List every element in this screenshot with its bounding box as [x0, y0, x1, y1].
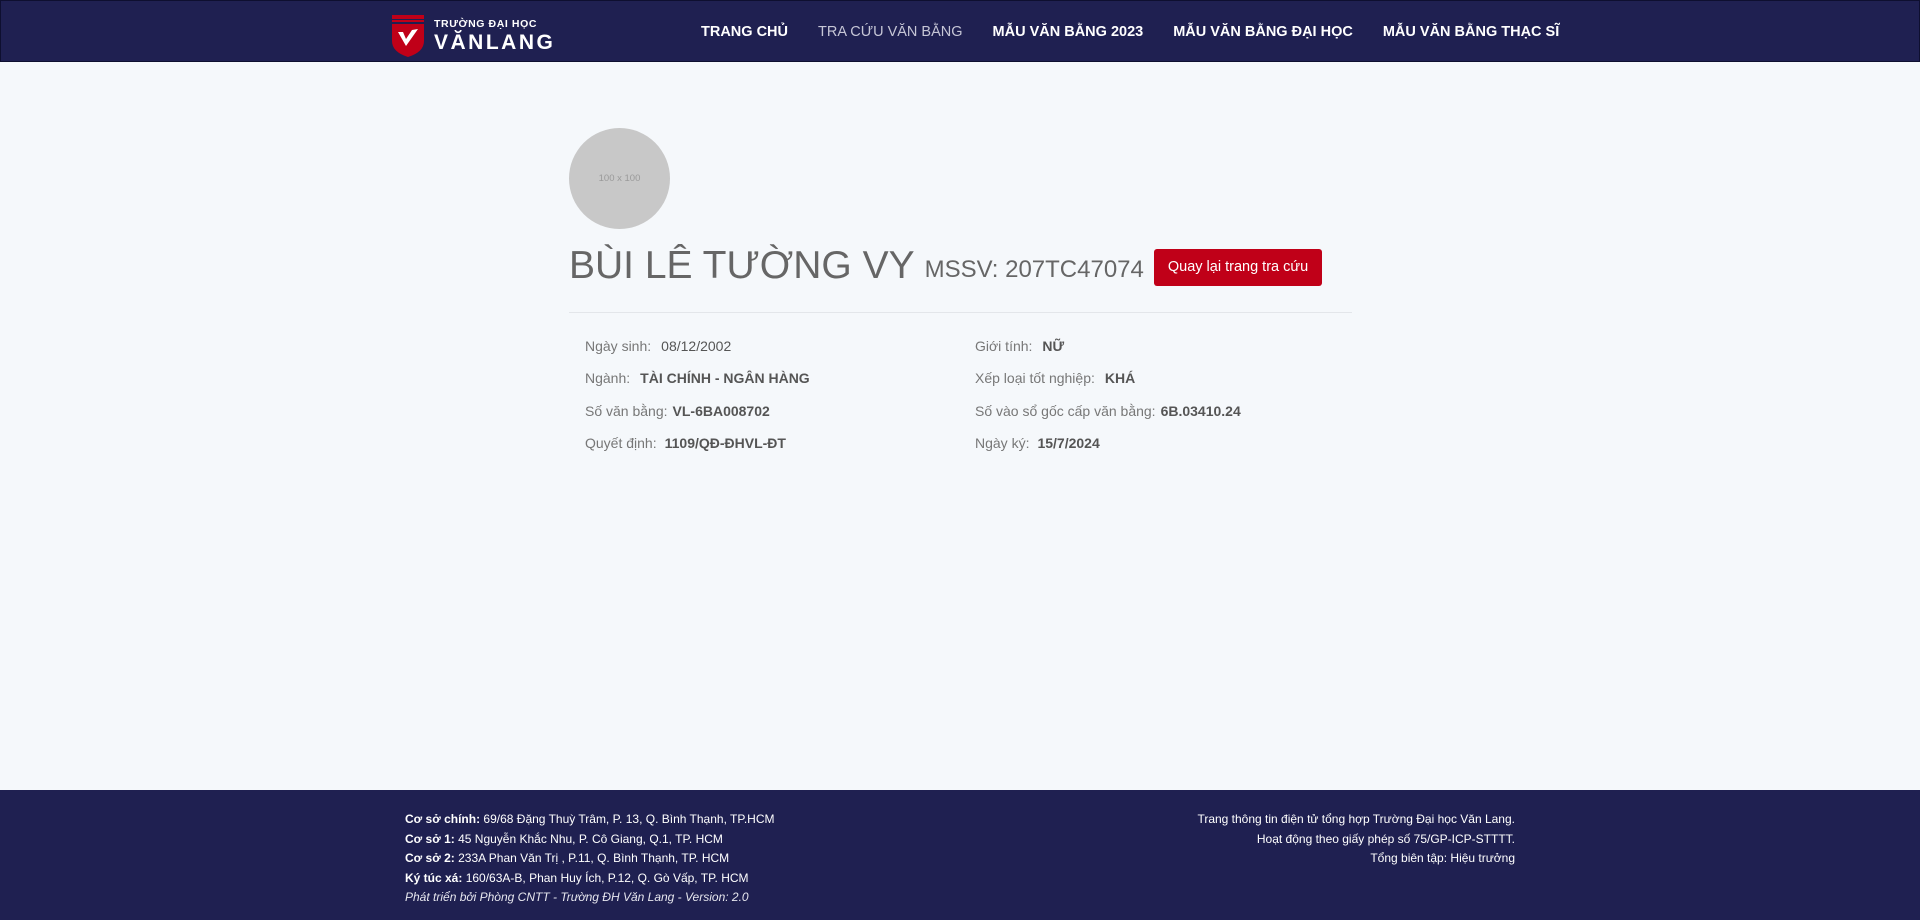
main-nav: TRANG CHỦ TRA CỨU VĂN BẰNG MẪU VĂN BẰNG …: [701, 1, 1589, 63]
footer-legal: Trang thông tin điện tử tổng hợp Trường …: [1197, 810, 1515, 869]
gender-value: NỮ: [1042, 338, 1065, 354]
major-value: TÀI CHÍNH - NGÂN HÀNG: [640, 370, 810, 386]
decision-value: 1109/QĐ-ĐHVL-ĐT: [664, 435, 786, 451]
sign-date-label: Ngày ký:: [975, 435, 1030, 451]
university-logo[interactable]: TRƯỜNG ĐẠI HỌC VĂNLANG: [390, 15, 555, 57]
mssv-label: MSSV:: [924, 256, 999, 283]
campus-1: Cơ sở 1: 45 Nguyễn Khắc Nhu, P. Cô Giang…: [405, 830, 774, 850]
diploma-number-value: VL-6BA008702: [672, 403, 770, 419]
avatar-placeholder: 100 x 100: [569, 128, 670, 229]
footer-license: Hoạt động theo giấy phép số 75/GP-ICP-ST…: [1256, 831, 1515, 846]
campus-main-label: Cơ sở chính:: [405, 812, 481, 826]
campus-1-label: Cơ sở 1:: [405, 831, 455, 846]
diploma-number-field: Số văn bằng: VL-6BA008702: [585, 403, 770, 419]
birth-date-label: Ngày sinh:: [585, 338, 652, 354]
top-navbar: TRƯỜNG ĐẠI HỌC VĂNLANG TRANG CHỦ TRA CỨU…: [0, 0, 1920, 62]
campus-2: Cơ sở 2: 233A Phan Văn Trị , P.11, Q. Bì…: [405, 849, 774, 869]
nav-sample-university[interactable]: MẪU VĂN BẰNG ĐẠI HỌC: [1173, 24, 1353, 40]
back-to-lookup-button[interactable]: Quay lại trang tra cứu: [1153, 248, 1323, 286]
graduation-rank-label: Xếp loại tốt nghiệp:: [975, 370, 1095, 386]
graduation-rank-field: Xếp loại tốt nghiệp: KHÁ: [975, 370, 1135, 386]
gender-field: Giới tính: NỮ: [975, 338, 1064, 354]
dormitory-address: 160/63A-B, Phan Huy Ích, P.12, Q. Gò Vấp…: [465, 870, 749, 885]
decision-label: Quyết định:: [585, 435, 657, 451]
student-id: MSSV: 207TC47074: [925, 256, 1144, 284]
nav-lookup[interactable]: TRA CỨU VĂN BẰNG: [818, 24, 963, 40]
student-title-row: BÙI LÊ TƯỜNG VY MSSV: 207TC47074 Quay lạ…: [569, 244, 1323, 288]
nav-sample-2023[interactable]: MẪU VĂN BẰNG 2023: [993, 24, 1144, 40]
logo-text: TRƯỜNG ĐẠI HỌC VĂNLANG: [434, 19, 555, 53]
gender-label: Giới tính:: [975, 338, 1033, 354]
footer: Cơ sở chính: 69/68 Đặng Thuỳ Trâm, P. 13…: [0, 790, 1920, 920]
sign-date-value: 15/7/2024: [1037, 435, 1100, 451]
sign-date-field: Ngày ký: 15/7/2024: [975, 435, 1100, 451]
decision-field: Quyết định: 1109/QĐ-ĐHVL-ĐT: [585, 435, 786, 451]
register-number-label: Số vào sổ gốc cấp văn bằng:: [975, 403, 1156, 419]
footer-editor: Tổng biên tập: Hiệu trưởng: [1370, 851, 1515, 865]
developer-credit: Phát triển bởi Phòng CNTT - Trường ĐH Vă…: [405, 890, 749, 904]
major-label: Ngành:: [585, 370, 631, 386]
birth-date-value: 08/12/2002: [661, 338, 732, 354]
logo-line2: VĂNLANG: [434, 30, 556, 54]
register-number-field: Số vào sổ gốc cấp văn bằng: 6B.03410.24: [975, 403, 1241, 419]
footer-addresses: Cơ sở chính: 69/68 Đặng Thuỳ Trâm, P. 13…: [405, 810, 774, 908]
divider: [569, 312, 1352, 313]
campus-main-address: 69/68 Đặng Thuỳ Trâm, P. 13, Q. Bình Thạ…: [483, 812, 775, 826]
student-name: BÙI LÊ TƯỜNG VY: [569, 244, 915, 287]
birth-date-field: Ngày sinh: 08/12/2002: [585, 338, 731, 354]
dormitory-label: Ký túc xá:: [405, 870, 463, 885]
logo-line1: TRƯỜNG ĐẠI HỌC: [434, 18, 538, 31]
shield-logo-icon: [392, 15, 424, 57]
footer-site-info: Trang thông tin điện tử tổng hợp Trường …: [1197, 812, 1515, 826]
graduation-rank-value: KHÁ: [1104, 370, 1136, 386]
campus-2-label: Cơ sở 2:: [405, 851, 455, 865]
nav-home[interactable]: TRANG CHỦ: [701, 24, 788, 40]
mssv-value: 207TC47074: [1005, 256, 1144, 283]
campus-1-address: 45 Nguyễn Khắc Nhu, P. Cô Giang, Q.1, TP…: [458, 831, 723, 846]
nav-sample-master[interactable]: MẪU VĂN BẰNG THẠC SĨ: [1383, 24, 1559, 40]
major-field: Ngành: TÀI CHÍNH - NGÂN HÀNG: [585, 370, 810, 386]
register-number-value: 6B.03410.24: [1160, 403, 1241, 419]
campus-main: Cơ sở chính: 69/68 Đặng Thuỳ Trâm, P. 13…: [405, 810, 774, 830]
dormitory: Ký túc xá: 160/63A-B, Phan Huy Ích, P.12…: [405, 869, 774, 889]
diploma-number-label: Số văn bằng:: [585, 403, 668, 419]
campus-2-address: 233A Phan Văn Trị , P.11, Q. Bình Thạnh,…: [458, 851, 730, 865]
